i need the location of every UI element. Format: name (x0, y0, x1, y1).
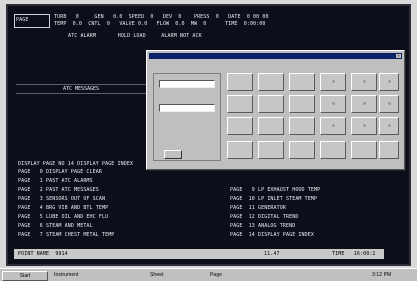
ok-button[interactable] (164, 150, 182, 159)
grid-button-9[interactable] (320, 95, 346, 113)
keypad-dialog: ✕ (146, 50, 405, 170)
menu-item-page-3[interactable]: PAGE 3 SENSORS OUT OF SCAN (18, 196, 105, 202)
grid-button-5[interactable] (351, 73, 377, 91)
grid-button-18[interactable] (289, 141, 315, 159)
grid-button-10[interactable] (351, 95, 377, 113)
menu-item-page-14[interactable]: PAGE 14 DISPLAY PAGE INDEX (230, 232, 314, 238)
grid-button-4[interactable] (320, 73, 346, 91)
grid-button-23[interactable] (379, 117, 399, 135)
menu-item-page-12[interactable]: PAGE 12 DIGITAL TREND (230, 214, 298, 220)
taskbar-item-2[interactable]: Sheet (150, 272, 164, 278)
dot-icon (363, 80, 366, 83)
dot-icon (388, 80, 391, 83)
dot-icon (332, 102, 335, 105)
menu-item-page-5[interactable]: PAGE 5 LUBE OIL AND EHC FLU (18, 214, 108, 220)
grid-button-14[interactable] (320, 117, 346, 135)
dialog-text-field-1[interactable] (159, 80, 215, 88)
page-box-label: PAGE (16, 17, 29, 23)
dot-icon (332, 124, 335, 127)
taskbar-item-1[interactable]: Instrument (54, 272, 79, 278)
grid-button-1[interactable] (227, 73, 253, 91)
dot-icon (388, 124, 391, 127)
menu-item-page-0[interactable]: PAGE 0 DISPLAY PAGE CLEAR (18, 169, 102, 175)
page-index-title: DISPLAY PAGE NO 14 DISPLAY PAGE INDEX (18, 161, 134, 167)
dot-icon (332, 80, 335, 83)
dot-icon (363, 102, 366, 105)
dialog-titlebar[interactable]: ✕ (149, 53, 402, 59)
dcs-screen: PAGE TURB 0 GEN 0.0 SPEED 0 DEV 0 PRESS … (6, 4, 411, 266)
grid-button-7[interactable] (258, 95, 284, 113)
grid-button-24[interactable] (379, 141, 399, 159)
menu-item-page-1[interactable]: PAGE 1 PAST ATC ALARMS (18, 178, 93, 184)
grid-button-6[interactable] (227, 95, 253, 113)
menu-item-page-9[interactable]: PAGE 9 LP EXHAUST HOOD TEMP (230, 187, 320, 193)
grid-button-16[interactable] (227, 141, 253, 159)
close-icon[interactable]: ✕ (396, 54, 401, 58)
taskbar: Start Instrument Sheet Page 3:12 PM (0, 268, 417, 281)
grid-button-20[interactable] (351, 141, 377, 159)
grid-button-3[interactable] (289, 73, 315, 91)
dot-icon (363, 124, 366, 127)
menu-item-page-10[interactable]: PAGE 10 LP INLET STEAM TEMP (230, 196, 317, 202)
menu-item-page-4[interactable]: PAGE 4 BRG VIB AND BTL TEMP (18, 205, 108, 211)
dot-icon (388, 102, 391, 105)
menu-item-page-2[interactable]: PAGE 2 PAST ATC MESSAGES (18, 187, 99, 193)
point-value: 11.47 (264, 251, 280, 257)
menu-item-page-13[interactable]: PAGE 13 ANALOG TREND (230, 223, 295, 229)
grid-button-21[interactable] (379, 73, 399, 91)
menu-item-page-11[interactable]: PAGE 11 GENERATOR (230, 205, 286, 211)
taskbar-item-3[interactable]: Page (210, 272, 222, 278)
dialog-text-field-2[interactable] (159, 104, 215, 112)
menu-item-page-6[interactable]: PAGE 6 STEAM AND METAL (18, 223, 93, 229)
dialog-input-panel (153, 73, 221, 161)
taskbar-clock: 3:12 PM (372, 272, 392, 278)
header-row-1: TURB 0 GEN 0.0 SPEED 0 DEV 0 PRESS 0 DAT… (54, 14, 269, 20)
menu-item-page-7[interactable]: PAGE 7 STEAM CHEST METAL TEMP (18, 232, 114, 238)
alarm-status-line: ATC ALARM HOLD LOAD ALARM NOT ACK (68, 33, 202, 39)
grid-button-11[interactable] (227, 117, 253, 135)
grid-button-17[interactable] (258, 141, 284, 159)
status-time: TIME 16:00:2 (332, 251, 376, 257)
grid-button-15[interactable] (351, 117, 377, 135)
header-row-2: TEMP 0.0 CNTL 0 VALVE 0.0 FLOW 0.0 MW 0 … (54, 21, 266, 27)
grid-button-19[interactable] (320, 141, 346, 159)
grid-button-13[interactable] (289, 117, 315, 135)
grid-button-2[interactable] (258, 73, 284, 91)
grid-button-8[interactable] (289, 95, 315, 113)
point-status-bar: POINT NAME 9914 11.47 TIME 16:00:2 (14, 249, 384, 259)
point-name: POINT NAME 9914 (18, 251, 68, 257)
atc-messages-banner: ATC MESSAGES (16, 84, 146, 94)
grid-button-12[interactable] (258, 117, 284, 135)
grid-button-22[interactable] (379, 95, 399, 113)
